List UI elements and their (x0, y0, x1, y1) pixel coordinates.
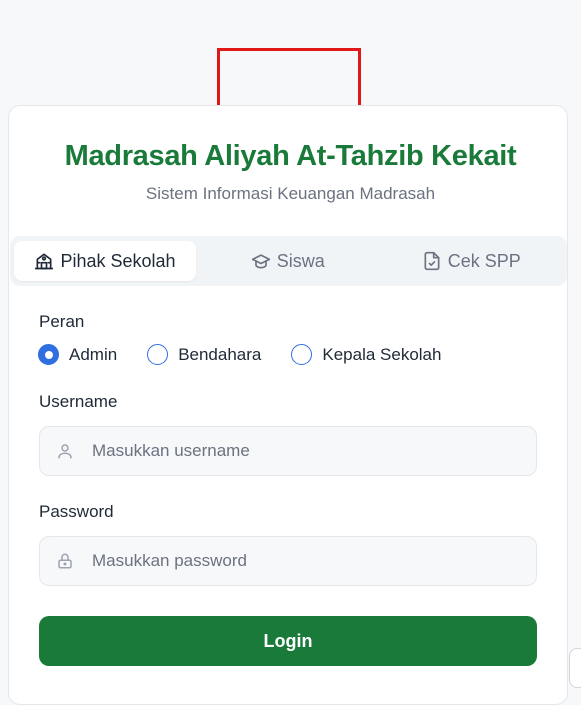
tab-label: Siswa (276, 250, 325, 271)
radio-bendahara[interactable] (147, 344, 169, 365)
radio-kepala-sekolah[interactable] (291, 344, 313, 365)
page-title: Madrasah Aliyah At-Tahzib Kekait (64, 140, 517, 172)
tab-label: Pihak Sekolah (60, 250, 176, 271)
tab-cek-spp[interactable]: Cek SPP (380, 241, 564, 281)
radio-label: Bendahara (178, 344, 262, 364)
tab-siswa[interactable]: Siswa (196, 241, 380, 281)
username-input[interactable] (92, 441, 512, 461)
username-field[interactable] (39, 426, 537, 476)
username-label: Username (39, 392, 118, 411)
page-subtitle: Sistem Informasi Keuangan Madrasah (145, 184, 436, 203)
role-label: Peran (39, 312, 85, 331)
graduation-cap-icon (251, 254, 270, 269)
password-field[interactable] (39, 536, 537, 586)
tab-pihak-sekolah[interactable]: Pihak Sekolah (14, 241, 196, 281)
password-input[interactable] (92, 551, 512, 571)
login-tabs: Pihak Sekolah Siswa Cek SPP (10, 236, 567, 286)
radio-label: Kepala Sekolah (322, 344, 442, 364)
school-icon (35, 253, 54, 270)
floating-widget-edge[interactable] (569, 648, 581, 688)
user-icon (58, 444, 72, 459)
role-radio-group: Admin Bendahara Kepala Sekolah (38, 344, 471, 365)
tab-label: Cek SPP (447, 250, 521, 271)
radio-label: Admin (69, 344, 118, 364)
role-option-bendahara[interactable]: Bendahara (147, 344, 261, 365)
lock-icon (58, 553, 72, 569)
password-label: Password (39, 502, 114, 521)
role-option-admin[interactable]: Admin (38, 344, 117, 365)
login-button[interactable]: Login (39, 616, 537, 666)
file-check-icon (424, 251, 440, 271)
radio-admin[interactable] (38, 344, 59, 365)
role-option-kepala-sekolah[interactable]: Kepala Sekolah (291, 344, 441, 365)
